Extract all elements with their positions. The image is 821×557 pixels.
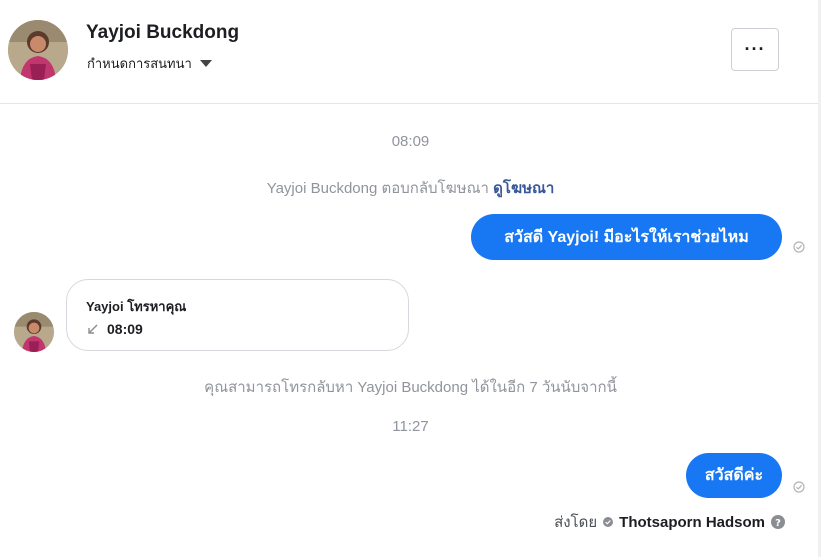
outgoing-message[interactable]: สวัสดี Yayjoi! มีอะไรให้เราช่วยไหม [471,214,782,260]
ad-reply-text: Yayjoi Buckdong ตอบกลับโฆษณา [266,180,489,197]
missed-call-card[interactable]: Yayjoi โทรหาคุณ 08:09 [66,279,409,351]
timestamp: 11:27 [392,418,429,435]
call-time: 08:09 [107,321,143,337]
ad-reply-notice: Yayjoi Buckdong ตอบกลับโฆษณา ดูโฆษณา [0,176,821,200]
chevron-down-icon [199,60,212,67]
sent-by-row: ส่งโดย Thotsaporn Hadsom ? [554,510,785,534]
check-circle-icon [793,241,805,253]
contact-name[interactable]: Yayjoi Buckdong [86,22,239,44]
sent-by-name[interactable]: Thotsaporn Hadsom [619,514,765,531]
timestamp: 08:09 [391,133,430,150]
check-circle-icon [793,481,805,493]
manage-conversation-label: กำหนดการสนทนา [87,56,192,71]
call-time-row: 08:09 [86,321,143,337]
help-icon[interactable]: ? [771,515,785,529]
more-icon: ··· [744,39,766,59]
missed-call-icon [88,324,98,334]
sent-by-label: ส่งโดย [554,514,598,531]
callback-notice: คุณสามารถโทรกลับหา Yayjoi Buckdong ได้ใน… [204,379,617,396]
manage-conversation-dropdown[interactable]: กำหนดการสนทนา [87,53,212,74]
view-ad-link[interactable]: ดูโฆษณา [493,180,554,197]
avatar[interactable] [8,20,68,80]
conversation-header: Yayjoi Buckdong กำหนดการสนทนา ··· [0,0,821,104]
call-title: Yayjoi โทรหาคุณ [86,299,187,314]
svg-text:?: ? [775,518,781,529]
outgoing-message[interactable]: สวัสดีค่ะ [686,453,782,498]
check-circle-icon [603,517,614,527]
more-options-button[interactable]: ··· [731,28,779,71]
avatar[interactable] [14,312,54,352]
